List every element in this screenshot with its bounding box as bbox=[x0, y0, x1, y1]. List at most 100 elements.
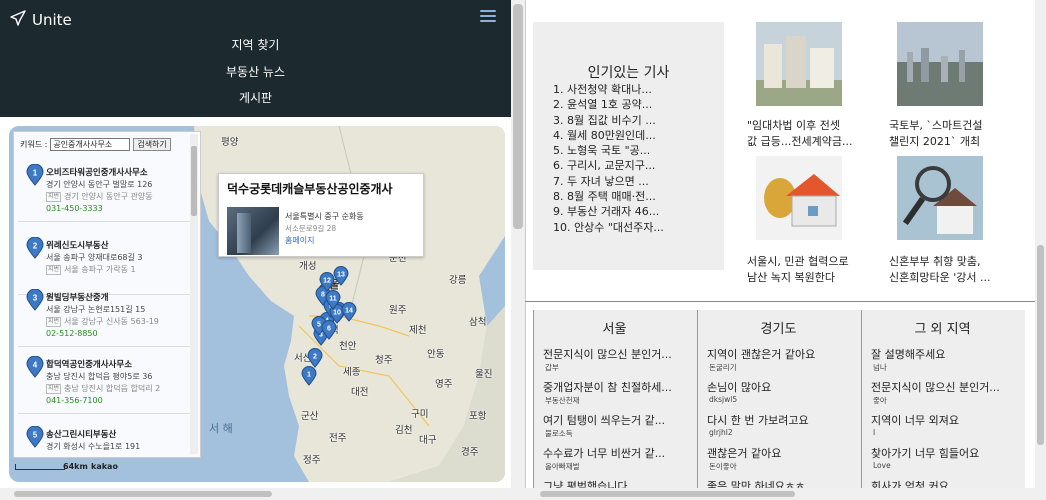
result-title: 오비즈타워공인중개사사무소 bbox=[46, 168, 148, 178]
result-jibun-text: 충남 당진시 합덕읍 합덕리 2 bbox=[64, 384, 161, 393]
board-post-title[interactable]: 찾아가기 너무 힘들어요 bbox=[871, 445, 1017, 461]
result-item[interactable]: 5 송산그린시티부동산 경기 화성시 수노을1로 191 bbox=[18, 424, 190, 457]
keyword-input[interactable]: 공인중개사사무소 bbox=[50, 138, 131, 151]
svg-text:4: 4 bbox=[33, 361, 38, 370]
map-label: 강릉 bbox=[449, 275, 467, 286]
homepage-link[interactable]: 홈페이지 bbox=[285, 235, 314, 246]
map-label: 천안 bbox=[339, 341, 357, 352]
board-post-title[interactable]: 여기 텀탱이 씌우는거 같... bbox=[543, 412, 689, 428]
board-post-title[interactable]: 전문지식이 많으신 분인거... bbox=[543, 346, 689, 362]
popular-article-item[interactable]: 5. 노형욱 국토 "공... bbox=[553, 143, 664, 158]
svg-text:13: 13 bbox=[337, 272, 345, 279]
popular-article-item[interactable]: 1. 사전청약 확대나... bbox=[553, 82, 664, 97]
left-v-scrollbar-thumb[interactable] bbox=[513, 4, 523, 229]
board-post-title[interactable]: 중개업자분이 참 친절하세... bbox=[543, 379, 689, 395]
map-marker-icon[interactable]: 14 bbox=[341, 302, 357, 322]
right-v-scrollbar-thumb[interactable] bbox=[1037, 245, 1044, 445]
svg-text:10: 10 bbox=[333, 310, 341, 317]
nav-link-board[interactable]: 게시판 bbox=[0, 89, 511, 106]
news-thumbnail[interactable] bbox=[756, 22, 842, 106]
result-jibun: 지번 서울 강남구 신사동 563-19 bbox=[46, 316, 192, 327]
jibun-tag: 지번 bbox=[46, 383, 62, 394]
board-column-heading: 그 외 지역 bbox=[914, 322, 971, 337]
result-item[interactable]: 1 오비즈타워공인중개사사무소 경기 안양시 동안구 벌말로 126 지번 경기 안양시… bbox=[18, 162, 190, 222]
popular-article-item[interactable]: 9. 부동산 거래자 46... bbox=[553, 204, 664, 219]
map-scale-label: 64km bbox=[63, 462, 88, 471]
map-marker-icon[interactable]: 2 bbox=[307, 348, 323, 368]
popular-list: 1. 사전청약 확대나... 2. 윤석열 1호 공약... 3. 8월 집값 비수… bbox=[553, 82, 664, 235]
jibun-tag: 지번 bbox=[46, 316, 62, 327]
result-address: 서울 강남구 논현로151길 15 bbox=[46, 305, 146, 314]
result-phone[interactable]: 041-356-7100 bbox=[46, 396, 103, 405]
news-caption-line: 신혼부부 취향 맞춤, bbox=[889, 255, 981, 268]
result-jibun-text: 서울 송파구 가락동 1 bbox=[64, 265, 136, 274]
popular-article-item[interactable]: 8. 8월 주택 매매·전... bbox=[553, 189, 664, 204]
news-caption[interactable]: "임대차법 이후 전셋 값 급등...전세계약금... bbox=[747, 118, 877, 150]
map-marker-icon[interactable]: 11 bbox=[325, 290, 341, 310]
map-label: 청주 bbox=[375, 355, 393, 366]
map-label: 경주 bbox=[461, 447, 479, 458]
map-label: 세종 bbox=[343, 367, 361, 378]
left-h-scrollbar-thumb[interactable] bbox=[14, 491, 272, 497]
news-caption[interactable]: 서울시, 민관 협력으로 남산 녹지 복원한다 bbox=[747, 254, 877, 286]
map-marker-icon[interactable]: 13 bbox=[333, 266, 349, 286]
column-divider bbox=[533, 310, 534, 500]
map-info-window: 덕수궁롯데캐슬부동산공인중개사 서울특별시 중구 순화동 서소문로9길 28 홈… bbox=[218, 173, 424, 257]
news-caption[interactable]: 국토부, `스마트건설 챌린지 2021` 개최 bbox=[889, 118, 1019, 150]
popular-article-item[interactable]: 10. 안상수 "대선주자... bbox=[553, 220, 664, 235]
map-marker-icon: 5 bbox=[26, 425, 44, 448]
navbar: Unite 지역 찾기 부동산 뉴스 게시판 bbox=[0, 0, 511, 117]
search-results-panel: 키워드 : 공인중개사사무소 검색하기 1 오비즈타워공인중개사사무소 경기 안양시… bbox=[13, 131, 201, 458]
result-title: 원빌딩부동산중개 bbox=[46, 293, 109, 303]
result-title: 송산그린시티부동산 bbox=[46, 430, 117, 440]
result-phone[interactable]: 02-512-8850 bbox=[46, 329, 98, 338]
section-divider bbox=[525, 301, 1035, 302]
news-caption[interactable]: 신혼부부 취향 맞춤, 신혼희망타운 '강서 ... bbox=[889, 254, 1019, 286]
news-thumbnail[interactable] bbox=[897, 156, 983, 240]
board-post-title[interactable]: 괜찮은거 같아요 bbox=[707, 445, 853, 461]
map-label: 전주 bbox=[329, 433, 347, 444]
result-item[interactable]: 4 합덕역공인중개사사무소 충남 당진시 합덕읍 평야5로 36 지번 충남 당진시 합… bbox=[18, 354, 190, 414]
map-marker-icon[interactable]: 1 bbox=[301, 366, 317, 386]
nav-link-region[interactable]: 지역 찾기 bbox=[0, 36, 511, 53]
map-label: 개성 bbox=[299, 261, 317, 272]
board-post-title[interactable]: 지역이 너무 외져요 bbox=[871, 412, 1017, 428]
board-column: 그 외 지역 잘 설명해주세요 넘나 전문지식이 많으신 분인거... 좋아 지역이 너무… bbox=[861, 310, 1024, 500]
news-thumbnail[interactable] bbox=[756, 156, 842, 240]
result-jibun-text: 경기 안양시 동안구 관양동 bbox=[64, 192, 153, 201]
board-post-title[interactable]: 지역이 괜찮은거 같아요 bbox=[707, 346, 853, 362]
news-caption-line: 신혼희망타운 '강서 ... bbox=[889, 271, 991, 284]
svg-text:2: 2 bbox=[313, 354, 317, 361]
popular-article-item[interactable]: 2. 윤석열 1호 공약... bbox=[553, 97, 664, 112]
board-column-heading: 서울 bbox=[602, 322, 627, 337]
hamburger-menu-icon[interactable] bbox=[480, 10, 496, 24]
board-post-author: glrjhl2 bbox=[709, 428, 733, 437]
right-h-scrollbar-thumb[interactable] bbox=[540, 491, 795, 497]
popular-article-item[interactable]: 6. 구리시, 교문지구... bbox=[553, 158, 664, 173]
result-phone[interactable]: 031-450-3333 bbox=[46, 204, 103, 213]
result-address: 경기 안양시 동안구 벌말로 126 bbox=[46, 180, 153, 189]
map-label: 김천 bbox=[395, 425, 413, 436]
board-post-title[interactable]: 다시 한 번 가보려고요 bbox=[707, 412, 853, 428]
nav-link-news[interactable]: 부동산 뉴스 bbox=[0, 63, 511, 80]
result-item[interactable]: 3 원빌딩부동산중개서울 강남구 논현로151길 15 지번 서울 강남구 신사동 5… bbox=[18, 287, 190, 347]
svg-text:11: 11 bbox=[329, 296, 337, 303]
popular-article-item[interactable]: 7. 두 자녀 낳으면 ... bbox=[553, 174, 664, 189]
news-caption-line: 국토부, `스마트건설 bbox=[889, 119, 983, 132]
map-marker-icon: 3 bbox=[26, 288, 44, 311]
news-thumbnail[interactable] bbox=[897, 22, 983, 106]
popular-article-item[interactable]: 3. 8월 집값 비수기 ... bbox=[553, 113, 664, 128]
result-item[interactable]: 2 위례신도시부동산 서울 송파구 양재대로68길 3 지번 서울 송파구 가락동 1 bbox=[18, 235, 190, 295]
board-post-title[interactable]: 수수료가 너무 비싼거 같... bbox=[543, 445, 689, 461]
board-post-author: 돈굴리기 bbox=[709, 363, 737, 372]
popular-article-item[interactable]: 4. 월세 80만원인데... bbox=[553, 128, 664, 143]
board-post-title[interactable]: 손님이 많아요 bbox=[707, 379, 853, 395]
board-post-title[interactable]: 전문지식이 많으신 분인거... bbox=[871, 379, 1017, 395]
board-post-title[interactable]: 잘 설명해주세요 bbox=[871, 346, 1017, 362]
board-post-author: 넘나 bbox=[873, 363, 887, 372]
brand[interactable]: Unite bbox=[10, 10, 72, 30]
svg-text:3: 3 bbox=[33, 294, 38, 303]
search-button[interactable]: 검색하기 bbox=[133, 138, 171, 151]
map-scale-bar bbox=[15, 464, 65, 470]
map-label: 원주 bbox=[389, 305, 407, 316]
